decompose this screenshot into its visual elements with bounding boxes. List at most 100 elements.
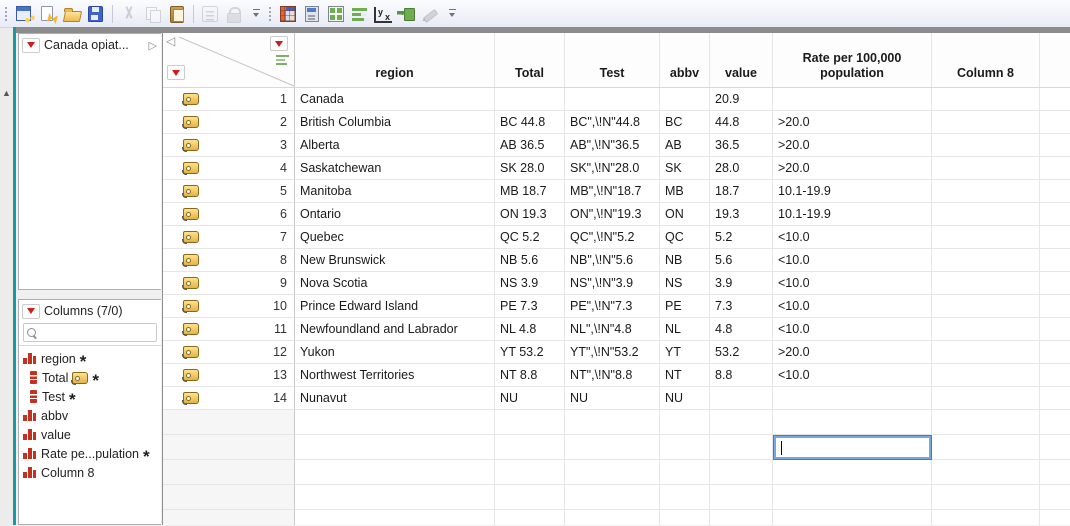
cell-abbv[interactable]: AB <box>660 134 710 157</box>
cell-col8[interactable] <box>932 249 1040 272</box>
row-marker-cell[interactable] <box>163 318 233 341</box>
collapse-up-arrow-icon[interactable]: ▲ <box>2 88 11 98</box>
cell-col8[interactable] <box>932 134 1040 157</box>
cell-col8[interactable] <box>932 460 1040 485</box>
row-number[interactable] <box>233 510 295 525</box>
cell-extra[interactable] <box>1040 295 1070 318</box>
cell-test[interactable]: NL",\!N"4.8 <box>565 318 660 341</box>
cell-abbv[interactable]: NL <box>660 318 710 341</box>
row-marker-cell[interactable] <box>163 295 233 318</box>
cell-region[interactable]: Manitoba <box>295 180 495 203</box>
cell-region[interactable]: British Columbia <box>295 111 495 134</box>
cell-region[interactable]: Newfoundland and Labrador <box>295 318 495 341</box>
cell-total[interactable]: NT 8.8 <box>495 364 565 387</box>
windows-icon[interactable] <box>326 4 346 24</box>
cell-abbv[interactable]: QC <box>660 226 710 249</box>
cell-abbv[interactable] <box>660 435 710 460</box>
cell-extra[interactable] <box>1040 226 1070 249</box>
cell-rate[interactable] <box>773 88 932 111</box>
cell-col8[interactable] <box>932 485 1040 510</box>
cell-rate[interactable] <box>773 387 932 410</box>
cell-rate[interactable]: <10.0 <box>773 295 932 318</box>
cell-abbv[interactable]: PE <box>660 295 710 318</box>
cell-extra[interactable] <box>1040 510 1070 525</box>
cell-extra[interactable] <box>1040 318 1070 341</box>
column-header-region[interactable]: region <box>295 33 495 87</box>
cell-total[interactable]: PE 7.3 <box>495 295 565 318</box>
cell-value[interactable]: 53.2 <box>710 341 773 364</box>
row-number[interactable]: 13 <box>233 364 295 387</box>
cell-extra[interactable] <box>1040 272 1070 295</box>
new-journal-icon[interactable] <box>38 4 58 24</box>
cell-region[interactable]: Quebec <box>295 226 495 249</box>
cell-total[interactable] <box>495 460 565 485</box>
cell-rate[interactable]: <10.0 <box>773 318 932 341</box>
row-marker-cell[interactable] <box>163 510 233 525</box>
plot-yx-icon[interactable] <box>374 7 392 23</box>
column-header-extra[interactable] <box>1040 33 1070 87</box>
cell-value[interactable]: 5.2 <box>710 226 773 249</box>
row-number[interactable] <box>233 460 295 485</box>
cell-test[interactable]: SK",\!N"28.0 <box>565 157 660 180</box>
cell-col8[interactable] <box>932 272 1040 295</box>
cell-col8[interactable] <box>932 295 1040 318</box>
cell-extra[interactable] <box>1040 157 1070 180</box>
cell-value[interactable] <box>710 485 773 510</box>
toolbar-drag-handle[interactable] <box>4 4 9 23</box>
cell-extra[interactable] <box>1040 134 1070 157</box>
row-marker-cell[interactable] <box>163 111 233 134</box>
cell-rate[interactable]: 10.1-19.9 <box>773 203 932 226</box>
cell-value[interactable]: 28.0 <box>710 157 773 180</box>
cell-value[interactable]: 44.8 <box>710 111 773 134</box>
cell-rate[interactable]: <10.0 <box>773 226 932 249</box>
cell-col8[interactable] <box>932 364 1040 387</box>
row-number[interactable] <box>233 435 295 460</box>
column-list-item[interactable]: Total * <box>19 368 161 387</box>
row-number[interactable]: 12 <box>233 341 295 364</box>
row-marker-cell[interactable] <box>163 410 233 435</box>
cell-total[interactable]: NB 5.6 <box>495 249 565 272</box>
join-icon[interactable] <box>396 4 416 24</box>
column-header-rate[interactable]: Rate per 100,000 population <box>773 33 932 87</box>
column-header-col8[interactable]: Column 8 <box>932 33 1040 87</box>
grid-corner-cell[interactable]: ◁ <box>163 33 295 87</box>
cell-total[interactable]: BC 44.8 <box>495 111 565 134</box>
cell-value[interactable]: 19.3 <box>710 203 773 226</box>
row-marker-cell[interactable] <box>163 364 233 387</box>
column-list-item[interactable]: region * <box>19 349 161 368</box>
cell-test[interactable] <box>565 435 660 460</box>
cell-rate[interactable]: <10.0 <box>773 272 932 295</box>
cell-col8[interactable] <box>932 203 1040 226</box>
cell-value[interactable]: 20.9 <box>710 88 773 111</box>
cell-abbv[interactable]: SK <box>660 157 710 180</box>
row-marker-cell[interactable] <box>163 249 233 272</box>
cell-value[interactable]: 18.7 <box>710 180 773 203</box>
cell-col8[interactable] <box>932 435 1040 460</box>
row-marker-cell[interactable] <box>163 485 233 510</box>
cell-total[interactable]: QC 5.2 <box>495 226 565 249</box>
column-list-item[interactable]: Test * <box>19 387 161 406</box>
cell-region[interactable]: Yukon <box>295 341 495 364</box>
save-icon[interactable] <box>86 4 106 24</box>
row-number[interactable]: 11 <box>233 318 295 341</box>
summary-icon[interactable] <box>302 4 322 24</box>
cell-col8[interactable] <box>932 88 1040 111</box>
cell-rate[interactable]: >20.0 <box>773 134 932 157</box>
toolbar-drag-handle[interactable] <box>268 4 273 23</box>
cell-region[interactable]: Prince Edward Island <box>295 295 495 318</box>
table-menu-button[interactable] <box>22 37 40 53</box>
cell-region[interactable]: Northwest Territories <box>295 364 495 387</box>
cell-region[interactable]: Ontario <box>295 203 495 226</box>
row-marker-cell[interactable] <box>163 203 233 226</box>
cell-extra[interactable] <box>1040 364 1070 387</box>
cell-value[interactable]: 7.3 <box>710 295 773 318</box>
row-number[interactable]: 1 <box>233 88 295 111</box>
cell-col8[interactable] <box>932 510 1040 525</box>
row-number[interactable]: 5 <box>233 180 295 203</box>
cell-col8[interactable] <box>932 157 1040 180</box>
row-marker-cell[interactable] <box>163 341 233 364</box>
row-number[interactable]: 9 <box>233 272 295 295</box>
row-marker-cell[interactable] <box>163 272 233 295</box>
cell-region[interactable]: New Brunswick <box>295 249 495 272</box>
cell-region[interactable] <box>295 485 495 510</box>
